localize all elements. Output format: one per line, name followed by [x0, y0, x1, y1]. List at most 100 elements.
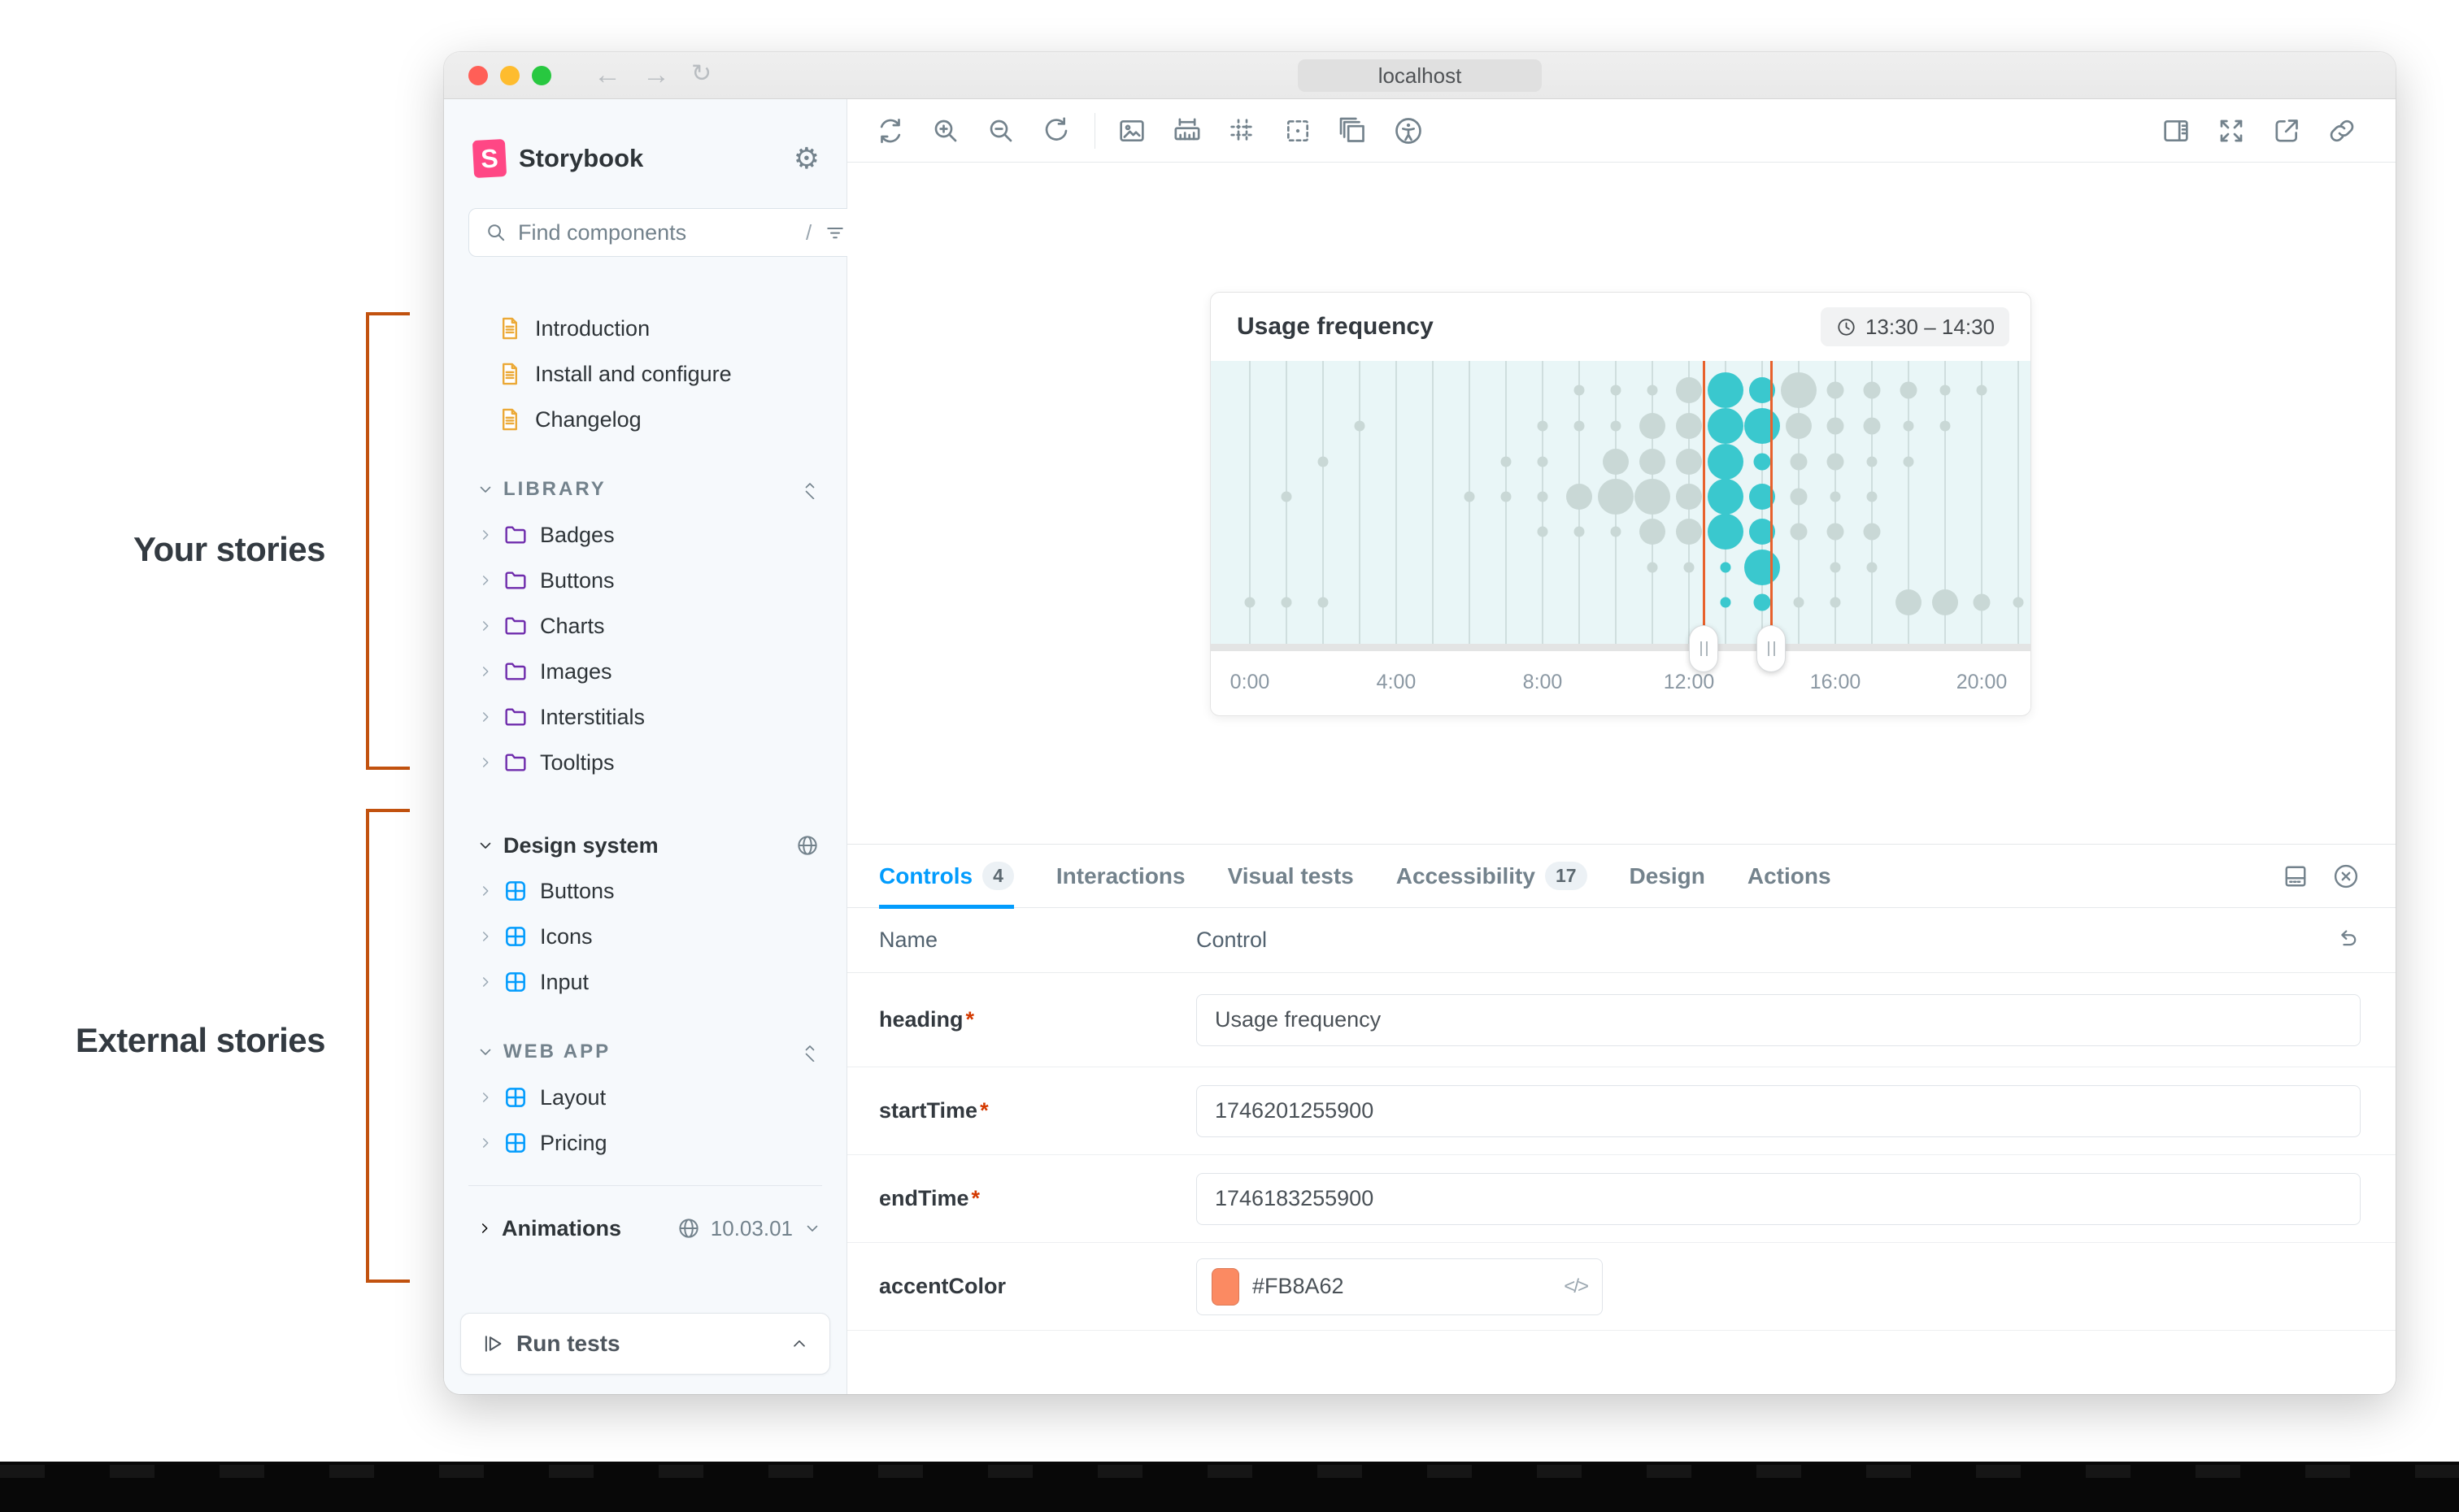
section-label: WEB APP — [503, 1041, 800, 1063]
close-panel-icon[interactable] — [2331, 862, 2361, 891]
usage-dot — [1721, 597, 1731, 608]
selection-line — [1770, 361, 1773, 645]
usage-dot — [1721, 563, 1731, 573]
sidebar-item-pricing[interactable]: Pricing — [444, 1120, 847, 1166]
browser-reload-icon[interactable]: ↻ — [691, 59, 712, 91]
color-swatch[interactable] — [1212, 1268, 1239, 1306]
sidebar-item-layout[interactable]: Layout — [444, 1075, 847, 1120]
item-label: Pricing — [540, 1131, 607, 1156]
sidebar-item-buttons[interactable]: Buttons — [444, 868, 847, 914]
open-external-icon[interactable] — [2268, 112, 2305, 150]
heading-input[interactable] — [1196, 994, 2361, 1046]
sidebar-item-input[interactable]: Input — [444, 959, 847, 1005]
section-design-system[interactable]: Design system — [444, 823, 847, 868]
control-row: accentColor #FB8A62 </> — [847, 1243, 2396, 1331]
sidebar-item-badges[interactable]: Badges — [444, 512, 847, 558]
folder-icon — [503, 613, 529, 639]
range-handle-start[interactable] — [1689, 625, 1718, 672]
bubble-chart[interactable] — [1211, 361, 2030, 651]
outline-icon[interactable] — [1279, 112, 1317, 150]
filter-icon[interactable] — [823, 220, 847, 245]
browser-back-icon[interactable]: ← — [594, 59, 621, 91]
remount-icon[interactable] — [872, 112, 909, 150]
tab-badge: 17 — [1545, 862, 1587, 890]
usage-dot — [1318, 457, 1329, 467]
grid-icon[interactable] — [1224, 112, 1261, 150]
search-input[interactable] — [518, 220, 806, 245]
tab-controls[interactable]: Controls4 — [879, 845, 1014, 908]
column-header-name: Name — [879, 928, 1196, 953]
usage-dot — [1647, 385, 1658, 396]
code-icon[interactable]: </> — [1564, 1275, 1587, 1298]
range-handle-end[interactable] — [1756, 625, 1786, 672]
chevron-right-icon — [477, 1088, 494, 1106]
sidebar-item-tooltips[interactable]: Tooltips — [444, 740, 847, 785]
sidebar-item-charts[interactable]: Charts — [444, 603, 847, 649]
chevron-right-icon — [477, 928, 494, 945]
gridline — [1432, 361, 1434, 645]
expand-collapse-icon[interactable] — [800, 1042, 820, 1062]
sidebar-item-images[interactable]: Images — [444, 649, 847, 694]
sidebar-item-animations[interactable]: Animations 10.03.01 — [444, 1206, 847, 1251]
background-icon[interactable] — [1113, 112, 1151, 150]
zoom-in-icon[interactable] — [927, 112, 964, 150]
usage-dot — [1611, 385, 1621, 396]
viewport-icon[interactable] — [1334, 112, 1372, 150]
zoom-window-button[interactable] — [532, 66, 551, 85]
gear-icon[interactable]: ⚙ — [794, 144, 820, 173]
chevron-right-icon — [477, 663, 494, 680]
section-web-app[interactable]: WEB APP — [444, 1029, 847, 1075]
tab-accessibility[interactable]: Accessibility17 — [1396, 845, 1587, 908]
sidebar-doc-item[interactable]: Introduction — [444, 306, 847, 351]
minimize-window-button[interactable] — [500, 66, 520, 85]
run-tests-button[interactable]: Run tests — [460, 1313, 830, 1375]
fullscreen-icon[interactable] — [2213, 112, 2250, 150]
reset-controls-icon[interactable] — [2333, 927, 2361, 954]
panel-bottom-icon[interactable] — [2281, 862, 2310, 891]
tab-actions[interactable]: Actions — [1747, 845, 1831, 908]
usage-dot — [1566, 484, 1592, 510]
item-label: Animations — [502, 1216, 621, 1241]
usage-dot — [1708, 514, 1743, 550]
endTime-input[interactable] — [1196, 1173, 2361, 1225]
sidebar-item-interstitials[interactable]: Interstitials — [444, 694, 847, 740]
measure-icon[interactable] — [1169, 112, 1206, 150]
address-bar[interactable]: localhost — [1298, 59, 1542, 92]
version-select[interactable]: 10.03.01 — [711, 1216, 793, 1241]
usage-dot — [1827, 524, 1844, 541]
annotation-your-stories: Your stories — [0, 530, 325, 569]
doc-icon — [496, 360, 524, 388]
usage-dot — [1282, 597, 1292, 608]
accessibility-icon[interactable] — [1390, 112, 1427, 150]
section-library[interactable]: LIBRARY — [444, 467, 847, 512]
search-box[interactable]: / — [468, 208, 861, 257]
sidebar-toggle-icon[interactable] — [2157, 112, 2195, 150]
screenshot-root: Your stories External stories ← → ↻ loca… — [0, 0, 2459, 1512]
component-icon — [503, 923, 529, 949]
usage-dot — [1867, 457, 1878, 467]
zoom-out-icon[interactable] — [982, 112, 1020, 150]
usage-dot — [1895, 589, 1922, 615]
usage-dot — [1708, 479, 1743, 515]
close-window-button[interactable] — [468, 66, 488, 85]
usage-dot — [1574, 527, 1585, 537]
browser-forward-icon[interactable]: → — [642, 59, 670, 91]
expand-collapse-icon[interactable] — [800, 480, 820, 499]
sidebar-doc-item[interactable]: Install and configure — [444, 351, 847, 397]
sidebar-doc-item[interactable]: Changelog — [444, 397, 847, 442]
chevron-up-icon[interactable] — [789, 1333, 810, 1354]
link-icon[interactable] — [2323, 112, 2361, 150]
tab-visual-tests[interactable]: Visual tests — [1228, 845, 1354, 908]
tab-design[interactable]: Design — [1630, 845, 1705, 908]
usage-dot — [1754, 454, 1771, 471]
slider-track[interactable] — [1211, 644, 2030, 651]
sidebar-item-buttons[interactable]: Buttons — [444, 558, 847, 603]
zoom-reset-icon[interactable] — [1038, 112, 1075, 150]
usage-dot — [1639, 413, 1665, 439]
tab-interactions[interactable]: Interactions — [1056, 845, 1186, 908]
sidebar-item-icons[interactable]: Icons — [444, 914, 847, 959]
color-control[interactable]: #FB8A62 </> — [1196, 1258, 1603, 1315]
item-label: Tooltips — [540, 750, 615, 776]
startTime-input[interactable] — [1196, 1085, 2361, 1137]
item-label: Changelog — [535, 407, 642, 432]
